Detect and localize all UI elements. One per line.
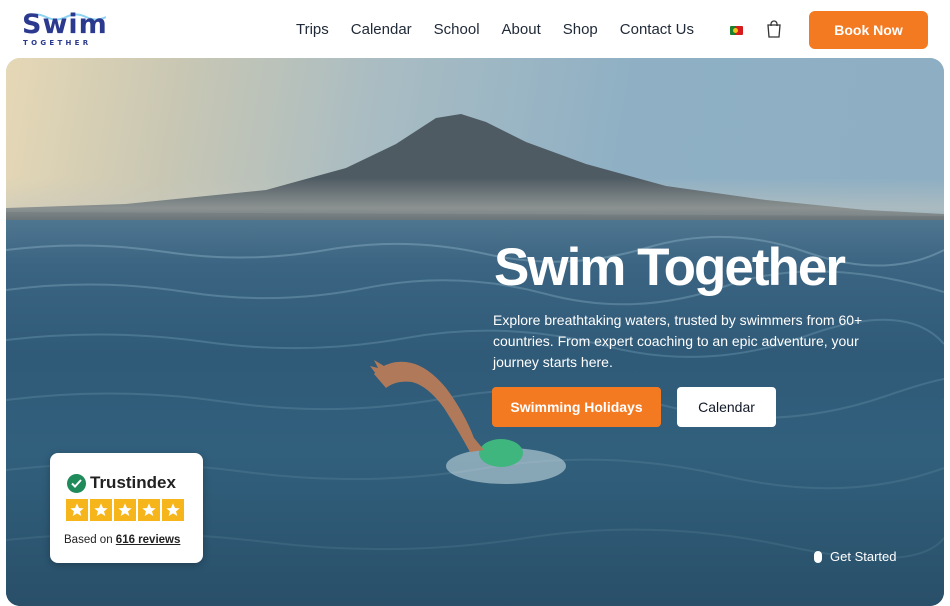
based-on-label: Based on [64, 534, 116, 546]
star-icon [162, 499, 184, 521]
nav-item-shop[interactable]: Shop [563, 21, 598, 38]
get-started-label: Get Started [830, 549, 897, 564]
nav-item-trips[interactable]: Trips [296, 21, 329, 38]
book-now-button[interactable]: Book Now [809, 11, 928, 49]
check-circle-icon [67, 473, 86, 493]
calendar-button[interactable]: Calendar [677, 387, 776, 427]
main-nav: Trips Calendar School About Shop Contact… [296, 0, 716, 58]
hero-section: Swim Together Explore breathtaking water… [6, 58, 944, 606]
rating-stars [66, 499, 186, 521]
star-icon [90, 499, 112, 521]
swim-together-logo[interactable]: Swim TOGETHER [22, 10, 110, 48]
reviews-link[interactable]: 616 reviews [116, 534, 181, 546]
logo-subtext: TOGETHER [23, 39, 92, 47]
portugal-flag-icon[interactable] [730, 26, 743, 35]
nav-item-calendar[interactable]: Calendar [351, 21, 412, 38]
nav-item-about[interactable]: About [502, 21, 541, 38]
hero-description: Explore breathtaking waters, trusted by … [493, 312, 863, 370]
nav-item-contact[interactable]: Contact Us [620, 21, 694, 38]
get-started-link[interactable]: Get Started [814, 549, 896, 564]
hero-title: Swim Together [494, 238, 846, 297]
nav-item-school[interactable]: School [434, 21, 480, 38]
mouse-icon [814, 550, 822, 563]
star-icon [114, 499, 136, 521]
trustindex-footer: Based on 616 reviews [64, 534, 180, 546]
site-header: Swim TOGETHER Trips Calendar School Abou… [0, 0, 950, 58]
trustindex-brand: Trustindex [90, 473, 176, 492]
logo-text: Swim [22, 9, 108, 40]
trustindex-widget[interactable]: Trustindex Based on 616 reviews [50, 453, 203, 563]
swimming-holidays-button[interactable]: Swimming Holidays [492, 387, 661, 427]
shopping-bag-icon[interactable] [766, 20, 782, 38]
star-icon [138, 499, 160, 521]
star-icon [66, 499, 88, 521]
trustindex-header: Trustindex [67, 473, 176, 493]
